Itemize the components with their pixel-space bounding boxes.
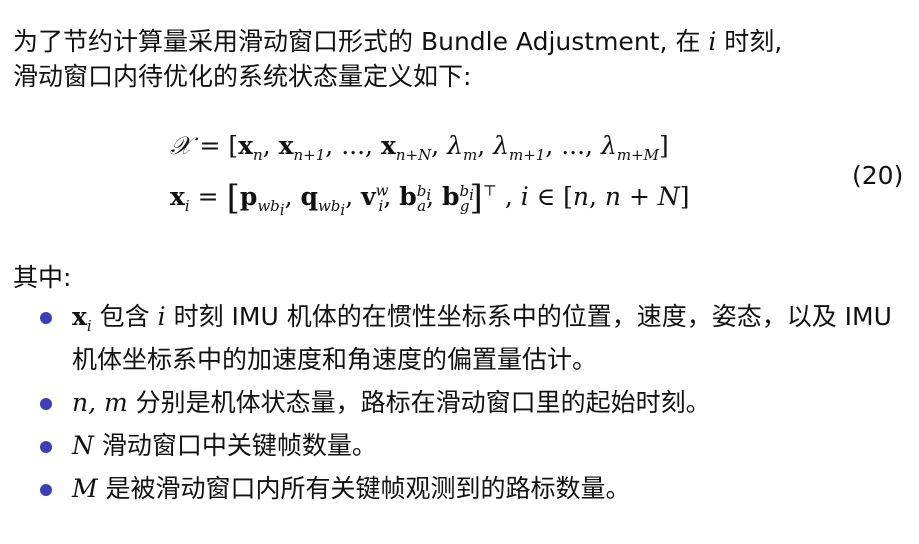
bullet-text-2: 时刻 IMU 机体的在惯性坐标系中的位置，速度，姿态，以及 IMU 机体坐标系中… (72, 302, 892, 374)
bullet-text: 滑动窗口中关键帧数量。 (93, 431, 377, 460)
bullet-text: 是被滑动窗口内所有关键帧观测到的路标数量。 (97, 474, 631, 503)
intro-line-1: 为了节约计算量采用滑动窗口形式的 Bundle Adjustment, 在 i … (13, 24, 913, 59)
equation-state-xi: xi = [pwbi, qwbi, vwi, bbia, bbig]⊤ , i … (170, 178, 690, 219)
bullet-var: x (72, 302, 87, 331)
bullet-text: 包含 (91, 302, 158, 331)
definition-list: xi 包含 i 时刻 IMU 机体的在惯性坐标系中的位置，速度，姿态，以及 IM… (40, 300, 910, 515)
bullet-icon (40, 398, 52, 410)
where-label: 其中: (13, 263, 72, 292)
bullet-var: N (72, 431, 94, 460)
equation-number: (20) (852, 161, 904, 190)
bullet-var: M (72, 474, 98, 503)
bullet-icon (40, 484, 52, 496)
bullet-text: 分别是机体状态量，路标在滑动窗口里的起始时刻。 (127, 388, 711, 417)
intro-line-2: 滑动窗口内待优化的系统状态量定义如下: (13, 62, 472, 91)
list-item: M 是被滑动窗口内所有关键帧观测到的路标数量。 (40, 472, 910, 506)
intro-line-1-text: 为了节约计算量采用滑动窗口形式的 Bundle Adjustment, 在 (13, 27, 709, 56)
intro-line-1-end: 时刻, (716, 27, 783, 56)
bullet-icon (40, 312, 52, 324)
bullet-var: n, m (72, 388, 128, 417)
intro-paragraph: 为了节约计算量采用滑动窗口形式的 Bundle Adjustment, 在 i … (13, 24, 913, 94)
bullet-var-2: i (157, 302, 166, 331)
equation-state-vector: 𝒳 = [xn, xn+1, ..., xn+N, λm, λm+1, ...,… (170, 131, 669, 164)
list-item: xi 包含 i 时刻 IMU 机体的在惯性坐标系中的位置，速度，姿态，以及 IM… (40, 300, 910, 377)
list-item: N 滑动窗口中关键帧数量。 (40, 429, 910, 463)
bullet-icon (40, 441, 52, 453)
list-item: n, m 分别是机体状态量，路标在滑动窗口里的起始时刻。 (40, 386, 910, 420)
